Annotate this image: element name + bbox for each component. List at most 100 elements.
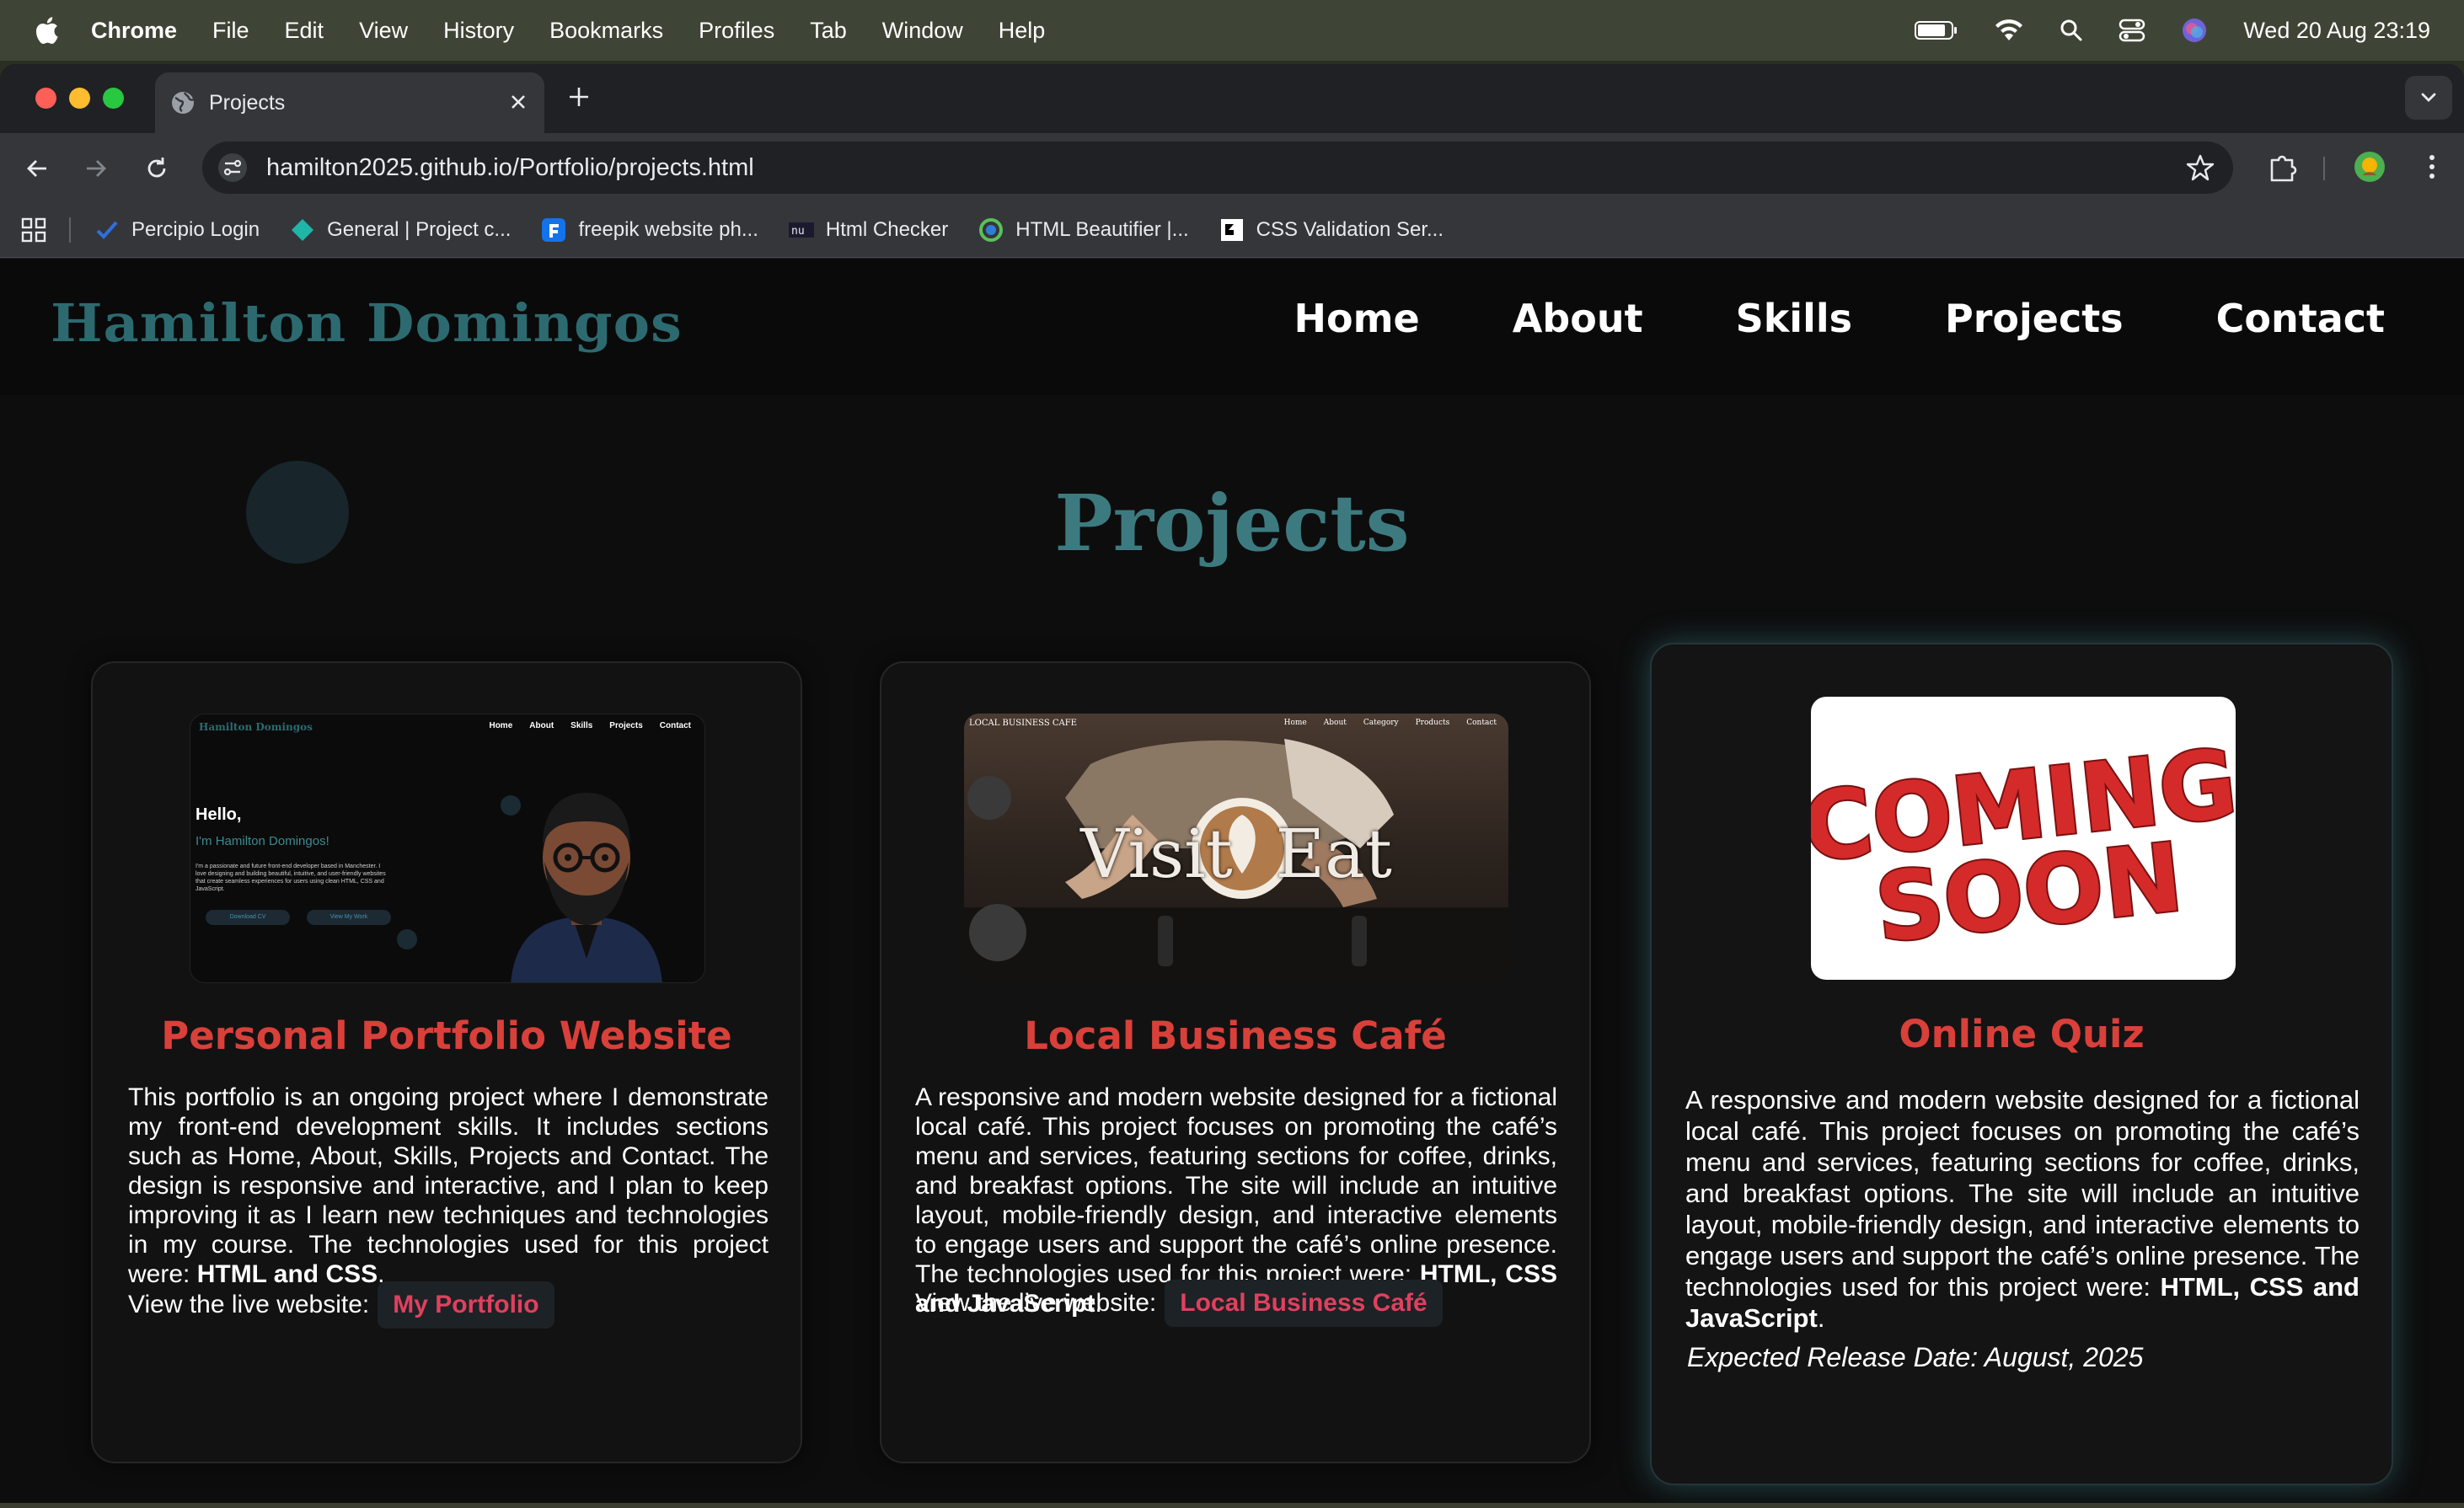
thumb-hello: Hello, (196, 805, 242, 824)
live-link-local-business-cafe[interactable]: Local Business Café (1165, 1280, 1443, 1327)
bookmark-label: Html Checker (825, 217, 949, 241)
menu-history[interactable]: History (443, 18, 514, 44)
browser-window: Projects hamilton2025.github.io/Portfoli… (0, 64, 2464, 1508)
menu-help[interactable]: Help (999, 18, 1046, 44)
site-info-icon[interactable] (217, 152, 248, 183)
bookmark-label: Percipio Login (131, 217, 260, 241)
freepik-icon (541, 217, 566, 243)
thumb-nav-item: About (1323, 719, 1347, 727)
bookmark-percipio[interactable]: Percipio Login (94, 217, 260, 243)
thumb-cafe-nav: Home About Category Products Contact (1284, 719, 1497, 727)
extensions-icon[interactable] (2265, 150, 2299, 184)
diamond-icon (290, 217, 315, 243)
menu-edit[interactable]: Edit (285, 18, 324, 44)
bookmark-star-icon[interactable] (2186, 153, 2215, 182)
check-icon (94, 217, 120, 243)
nav-about[interactable]: About (1513, 296, 1643, 341)
bookmarks-bar: Percipio Login General | Project c... fr… (0, 202, 2464, 258)
tab-projects[interactable]: Projects (155, 72, 544, 133)
back-button[interactable] (20, 152, 54, 185)
live-link-my-portfolio[interactable]: My Portfolio (378, 1281, 554, 1329)
bookmark-html-beautifier[interactable]: HTML Beautifier |... (978, 217, 1189, 243)
description-text: This portfolio is an ongoing project whe… (128, 1083, 769, 1288)
menu-app-name[interactable]: Chrome (91, 18, 177, 44)
desktop-strip (0, 1503, 2464, 1508)
bookmark-label: freepik website ph... (578, 217, 758, 241)
window-minimize-button[interactable] (69, 88, 90, 109)
menubar-datetime[interactable]: Wed 20 Aug 23:19 (2243, 18, 2430, 44)
w3c-icon (1219, 217, 1245, 243)
forward-button[interactable] (79, 152, 113, 185)
site-header: Hamilton Domingos Home About Skills Proj… (0, 259, 2464, 395)
thumb-logo: Hamilton Domingos (199, 721, 313, 733)
battery-icon[interactable] (1915, 19, 1958, 41)
thumb-nav-item: Products (1415, 719, 1450, 727)
beautifier-icon (978, 217, 1004, 243)
nav-projects[interactable]: Projects (1945, 296, 2124, 341)
thumb-view-work: View My Work (307, 910, 391, 925)
macos-menubar: Chrome File Edit View History Bookmarks … (0, 0, 2464, 61)
window-zoom-button[interactable] (103, 88, 124, 109)
new-tab-icon[interactable] (566, 84, 592, 110)
menu-view[interactable]: View (359, 18, 408, 44)
thumb-nav-item: About (529, 721, 554, 730)
svg-text:nu: nu (791, 225, 805, 238)
bookmark-html-checker[interactable]: nu Html Checker (788, 217, 949, 243)
portfolio-thumbnail[interactable]: Hamilton Domingos Home About Skills Proj… (190, 714, 705, 983)
arrow-left-icon (27, 160, 46, 177)
description-end: . (1817, 1303, 1825, 1333)
address-bar[interactable]: hamilton2025.github.io/Portfolio/project… (202, 142, 2233, 194)
bookmark-label: HTML Beautifier |... (1015, 217, 1189, 241)
chevron-down-icon (2421, 93, 2436, 102)
thumb-blurb: I'm a passionate and future front-end de… (196, 864, 386, 892)
menu-profiles[interactable]: Profiles (699, 18, 774, 44)
bookmark-general-project[interactable]: General | Project c... (290, 217, 511, 243)
project-card-cafe: LOCAL BUSINESS CAFE Home About Category … (880, 661, 1591, 1463)
release-date: Expected Release Date: August, 2025 (1687, 1342, 2144, 1372)
menu-file[interactable]: File (212, 18, 249, 44)
toolbar-divider (2323, 157, 2325, 180)
nav-skills[interactable]: Skills (1736, 296, 1852, 341)
apple-icon[interactable] (34, 16, 59, 45)
window-close-button[interactable] (35, 88, 56, 109)
bookmark-css-validation[interactable]: CSS Validation Ser... (1219, 217, 1444, 243)
globe-icon (172, 92, 195, 114)
project-title: Local Business Café (1024, 1013, 1447, 1058)
bookmark-freepik[interactable]: freepik website ph... (541, 217, 758, 243)
project-description: This portfolio is an ongoing project whe… (128, 1083, 769, 1289)
close-tab-icon[interactable] (507, 91, 529, 113)
live-website-label: View the live website: (128, 1291, 370, 1318)
coming-soon-thumbnail[interactable]: COMING SOON (1811, 697, 2236, 980)
menu-tab[interactable]: Tab (810, 18, 847, 44)
browser-toolbar: hamilton2025.github.io/Portfolio/project… (0, 133, 2464, 202)
tab-title: Projects (209, 90, 286, 115)
profile-avatar[interactable] (2353, 150, 2386, 184)
reload-icon (147, 158, 166, 178)
thumb-decor-circle (397, 929, 417, 949)
wifi-icon[interactable] (1994, 19, 2024, 42)
live-website-row: View the live website: My Portfolio (128, 1281, 554, 1329)
apps-grid-icon[interactable] (20, 217, 47, 243)
control-center-icon[interactable] (2119, 19, 2145, 42)
tab-strip: Projects (0, 64, 2464, 133)
menubar-status-area: Wed 20 Aug 23:19 (1915, 0, 2430, 61)
nav-home[interactable]: Home (1294, 296, 1419, 341)
menu-window[interactable]: Window (882, 18, 963, 44)
thumb-nav-item: Contact (1466, 719, 1497, 727)
bookmark-label: General | Project c... (327, 217, 512, 241)
spotlight-search-icon[interactable] (2060, 19, 2083, 42)
thumb-nav-item: Category (1363, 719, 1399, 727)
coming-soon-graphic: COMING SOON (1811, 728, 2236, 966)
tab-search-button[interactable] (2405, 76, 2452, 120)
menu-bookmarks[interactable]: Bookmarks (549, 18, 663, 44)
thumb-name: I'm Hamilton Domingos! (196, 834, 329, 848)
cafe-thumbnail[interactable]: LOCAL BUSINESS CAFE Home About Category … (964, 714, 1508, 983)
page-viewport: Hamilton Domingos Home About Skills Proj… (0, 259, 2464, 1508)
description-text: A responsive and modern website designed… (1685, 1085, 2360, 1302)
more-menu-icon[interactable] (2415, 150, 2449, 184)
reload-button[interactable] (140, 152, 174, 185)
site-logo[interactable]: Hamilton Domingos (51, 292, 683, 354)
nav-contact[interactable]: Contact (2216, 296, 2385, 341)
siri-icon[interactable] (2181, 17, 2208, 44)
thumb-nav-item: Skills (570, 721, 593, 730)
